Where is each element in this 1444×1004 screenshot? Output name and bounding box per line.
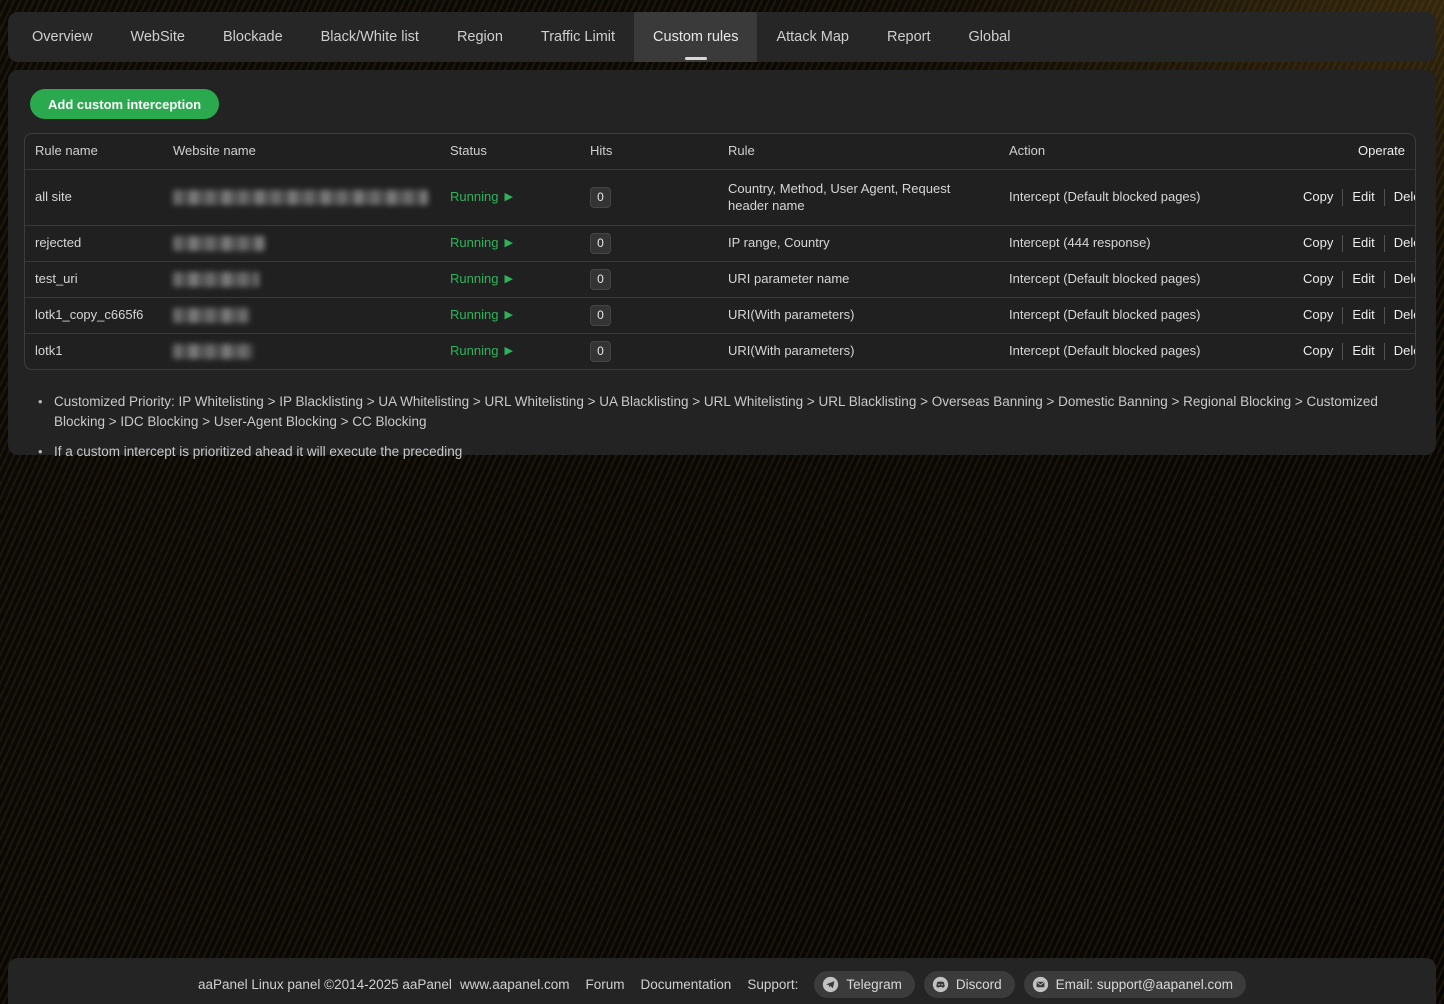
copy-link[interactable]: Copy: [1303, 271, 1333, 287]
email-icon: [1032, 976, 1049, 993]
rules-table: Rule name Website name Status Hits Rule …: [24, 133, 1416, 370]
action-cell: Intercept (Default blocked pages): [999, 307, 1293, 323]
table-row: lotk1_copy_c665f6 Running▶ 0 URI(With pa…: [25, 297, 1415, 333]
forum-link[interactable]: Forum: [586, 977, 625, 992]
action-cell: Intercept (Default blocked pages): [999, 343, 1293, 359]
col-header-operate: Operate: [1293, 143, 1415, 159]
play-icon[interactable]: ▶: [504, 238, 512, 249]
website-name-cell: [163, 307, 440, 323]
status-badge: Running▶: [450, 235, 513, 251]
support-buttons: Telegram Discord Email: support@aapanel.…: [814, 971, 1246, 998]
table-row: lotk1 Running▶ 0 URI(With parameters) In…: [25, 333, 1415, 369]
website-name-masked: [173, 236, 265, 251]
website-name-cell: [163, 271, 440, 287]
tab-region[interactable]: Region: [438, 12, 522, 62]
delete-link[interactable]: Delete: [1384, 189, 1416, 205]
copy-link[interactable]: Copy: [1303, 307, 1333, 323]
rule-name-cell: all site: [25, 189, 163, 205]
email-button[interactable]: Email: support@aapanel.com: [1024, 971, 1246, 998]
tab-overview[interactable]: Overview: [13, 12, 111, 62]
discord-icon: [932, 976, 949, 993]
footer: aaPanel Linux panel ©2014-2025 aaPanel w…: [8, 958, 1436, 1004]
action-cell: Intercept (Default blocked pages): [999, 189, 1293, 205]
col-header-status: Status: [440, 143, 580, 159]
play-icon[interactable]: ▶: [504, 192, 512, 203]
col-header-website-name: Website name: [163, 143, 440, 159]
rule-cell: URI(With parameters): [718, 307, 999, 323]
rule-name-cell: rejected: [25, 235, 163, 251]
website-name-masked: [173, 308, 249, 323]
table-row: rejected Running▶ 0 IP range, Country In…: [25, 225, 1415, 261]
tab-global[interactable]: Global: [950, 12, 1030, 62]
add-custom-interception-button[interactable]: Add custom interception: [30, 89, 219, 119]
copy-link[interactable]: Copy: [1303, 189, 1333, 205]
discord-button[interactable]: Discord: [924, 971, 1015, 998]
table-row: test_uri Running▶ 0 URI parameter name I…: [25, 261, 1415, 297]
hits-badge: 0: [590, 187, 611, 208]
website-name-masked: [173, 344, 253, 359]
status-badge: Running▶: [450, 307, 513, 323]
website-link[interactable]: www.aapanel.com: [460, 977, 570, 992]
tab-traffic-limit[interactable]: Traffic Limit: [522, 12, 634, 62]
hits-badge: 0: [590, 305, 611, 326]
rule-cell: IP range, Country: [718, 235, 999, 251]
delete-link[interactable]: Delete: [1384, 235, 1416, 251]
rule-cell: Country, Method, User Agent, Request hea…: [718, 181, 999, 214]
status-badge: Running▶: [450, 189, 513, 205]
rule-name-cell: test_uri: [25, 271, 163, 287]
website-name-masked: [173, 190, 428, 205]
edit-link[interactable]: Edit: [1342, 307, 1374, 323]
rule-name-cell: lotk1_copy_c665f6: [25, 307, 163, 323]
table-header-row: Rule name Website name Status Hits Rule …: [25, 134, 1415, 169]
tab-attack-map[interactable]: Attack Map: [757, 12, 868, 62]
col-header-hits: Hits: [580, 143, 718, 159]
col-header-rule-name: Rule name: [25, 143, 163, 159]
tab-blockade[interactable]: Blockade: [204, 12, 302, 62]
delete-link[interactable]: Delete: [1384, 271, 1416, 287]
tab-custom-rules[interactable]: Custom rules: [634, 12, 757, 62]
tab-website[interactable]: WebSite: [111, 12, 204, 62]
table-row: all site Running▶ 0 Country, Method, Use…: [25, 169, 1415, 225]
tab-report[interactable]: Report: [868, 12, 950, 62]
copy-link[interactable]: Copy: [1303, 343, 1333, 359]
website-name-cell: [163, 189, 440, 205]
delete-link[interactable]: Delete: [1384, 343, 1416, 359]
col-header-rule: Rule: [718, 143, 999, 159]
hits-badge: 0: [590, 233, 611, 254]
hits-badge: 0: [590, 269, 611, 290]
play-icon[interactable]: ▶: [504, 310, 512, 321]
top-nav: Overview WebSite Blockade Black/White li…: [8, 12, 1436, 62]
play-icon[interactable]: ▶: [504, 346, 512, 357]
notes-list: Customized Priority: IP Whitelisting > I…: [36, 392, 1410, 462]
edit-link[interactable]: Edit: [1342, 235, 1374, 251]
copyright-text: aaPanel Linux panel ©2014-2025 aaPanel: [198, 977, 452, 992]
custom-intercept-note: If a custom intercept is prioritized ahe…: [36, 442, 1410, 462]
telegram-button[interactable]: Telegram: [814, 971, 915, 998]
tab-black-white-list[interactable]: Black/White list: [302, 12, 438, 62]
support-label: Support:: [747, 977, 798, 992]
rule-cell: URI parameter name: [718, 271, 999, 287]
status-badge: Running▶: [450, 343, 513, 359]
custom-rules-panel: Add custom interception Rule name Websit…: [8, 70, 1436, 455]
copy-link[interactable]: Copy: [1303, 235, 1333, 251]
play-icon[interactable]: ▶: [504, 274, 512, 285]
website-name-cell: [163, 343, 440, 359]
hits-badge: 0: [590, 341, 611, 362]
col-header-action: Action: [999, 143, 1293, 159]
website-name-masked: [173, 272, 259, 287]
action-cell: Intercept (Default blocked pages): [999, 271, 1293, 287]
status-badge: Running▶: [450, 271, 513, 287]
edit-link[interactable]: Edit: [1342, 343, 1374, 359]
telegram-icon: [822, 976, 839, 993]
documentation-link[interactable]: Documentation: [641, 977, 732, 992]
edit-link[interactable]: Edit: [1342, 271, 1374, 287]
rule-name-cell: lotk1: [25, 343, 163, 359]
delete-link[interactable]: Delete: [1384, 307, 1416, 323]
priority-note: Customized Priority: IP Whitelisting > I…: [36, 392, 1410, 433]
edit-link[interactable]: Edit: [1342, 189, 1374, 205]
rule-cell: URI(With parameters): [718, 343, 999, 359]
website-name-cell: [163, 235, 440, 251]
action-cell: Intercept (444 response): [999, 235, 1293, 251]
